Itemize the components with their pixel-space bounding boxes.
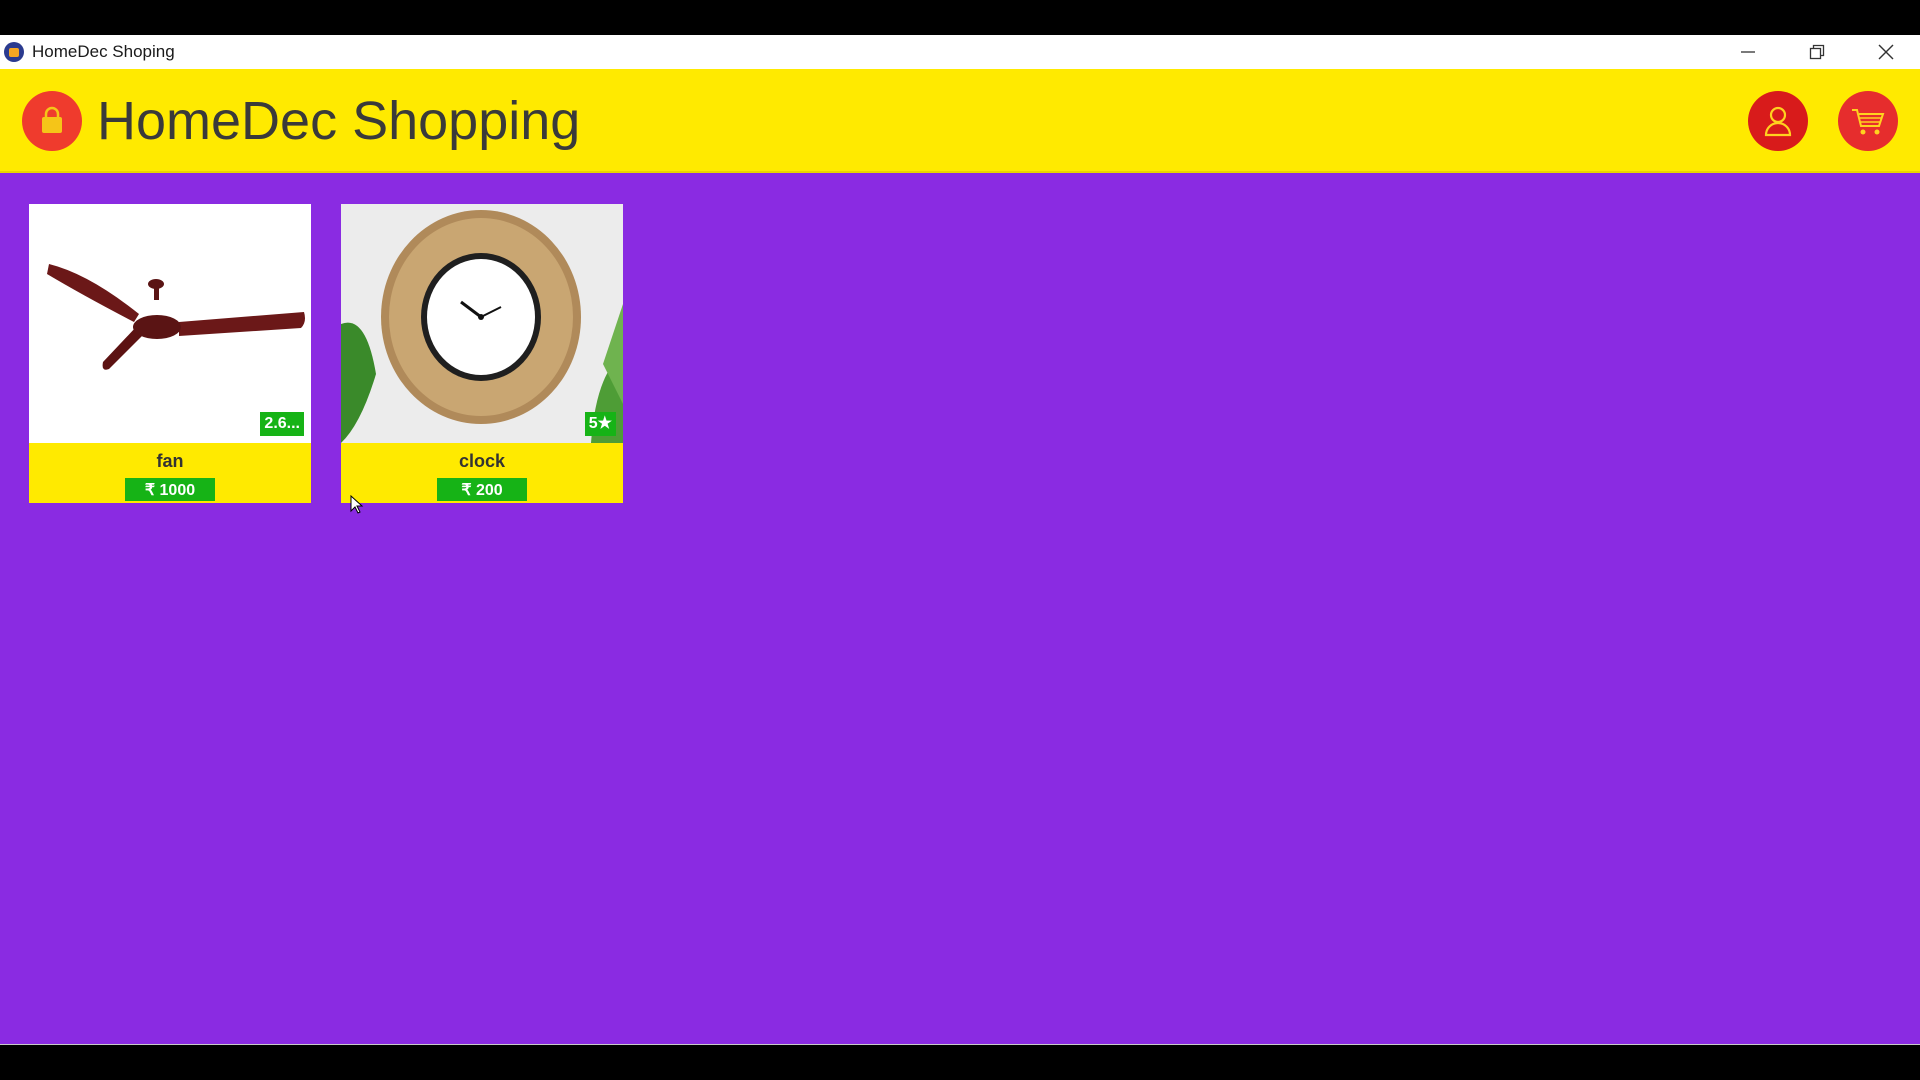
product-image-fan[interactable]: 2.6... <box>29 204 311 443</box>
restore-icon <box>1809 44 1824 60</box>
rating-badge: 2.6... <box>260 412 304 436</box>
profile-button[interactable] <box>1748 91 1808 151</box>
minimize-button[interactable] <box>1713 35 1782 69</box>
cart-button[interactable] <box>1838 91 1898 151</box>
minimize-icon <box>1740 51 1755 53</box>
window-title: HomeDec Shoping <box>32 42 175 61</box>
window-controls <box>1713 35 1920 69</box>
ceiling-fan-image <box>29 204 311 443</box>
product-card-clock[interactable]: 5★ clock ₹ 200 <box>341 204 623 503</box>
bottom-divider <box>0 1044 1920 1045</box>
product-name: fan <box>156 451 184 471</box>
mouse-cursor-icon <box>350 495 364 514</box>
product-grid: 2.6... fan ₹ 1000 5★ clock ₹ 200 <box>0 173 1920 1044</box>
app-header: HomeDec Shopping <box>0 69 1920 173</box>
user-icon <box>1764 106 1792 137</box>
wall-clock-image <box>341 204 623 443</box>
close-icon <box>1878 44 1893 60</box>
product-image-clock[interactable]: 5★ <box>341 204 623 443</box>
restore-button[interactable] <box>1782 35 1851 69</box>
product-name: clock <box>458 451 506 471</box>
logo <box>22 91 82 151</box>
shopping-bag-icon <box>42 106 62 133</box>
close-button[interactable] <box>1851 35 1920 69</box>
app-icon <box>4 42 24 62</box>
cart-icon <box>1852 109 1885 135</box>
price-badge: ₹ 200 <box>437 478 527 501</box>
app-title: HomeDec Shopping <box>97 91 581 151</box>
window-titlebar: HomeDec Shoping <box>0 35 1920 69</box>
rating-badge: 5★ <box>584 412 616 436</box>
price-badge: ₹ 1000 <box>125 478 215 501</box>
product-card-fan[interactable]: 2.6... fan ₹ 1000 <box>29 204 311 503</box>
